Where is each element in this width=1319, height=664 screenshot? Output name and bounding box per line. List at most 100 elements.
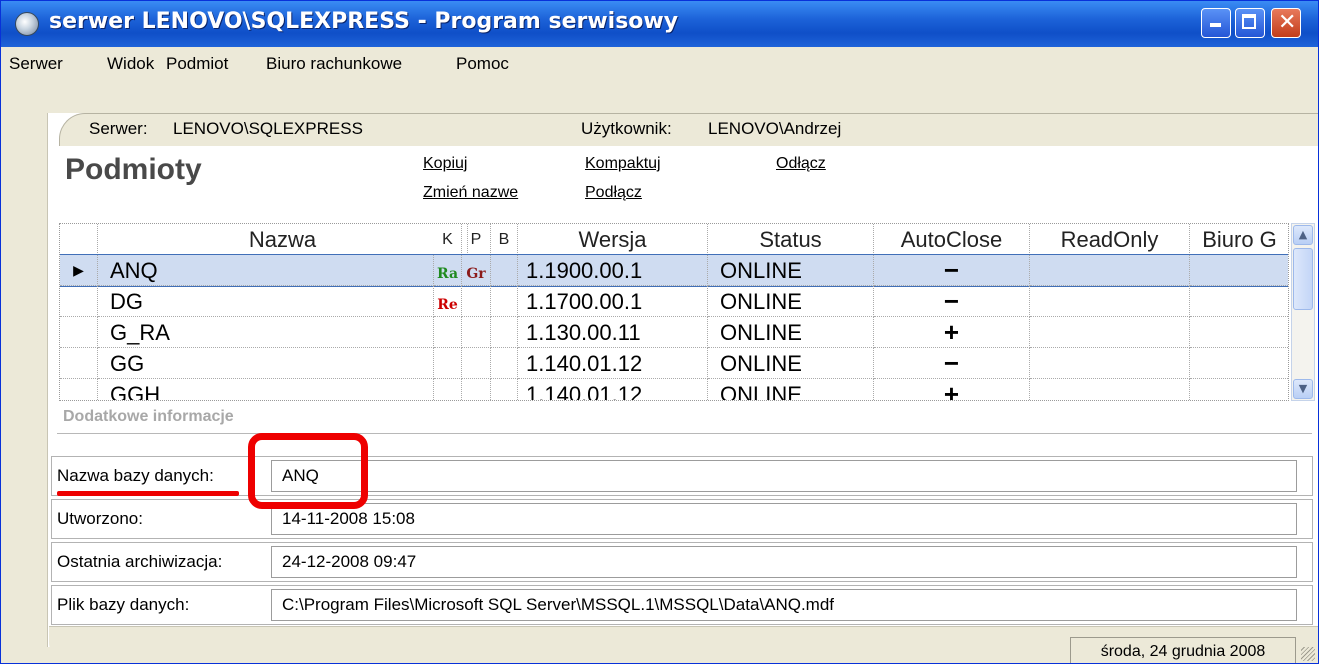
table-row[interactable]: GG 1.140.01.12 ONLINE − — [60, 348, 1288, 379]
cell-readonly — [1030, 317, 1190, 348]
cell-k: Ra — [434, 255, 462, 286]
column-header-version[interactable]: Wersja — [518, 224, 708, 255]
cell-name: GGH — [98, 379, 434, 400]
scroll-thumb[interactable] — [1293, 248, 1313, 310]
attach-link[interactable]: Podłącz — [585, 184, 642, 202]
rename-link[interactable]: Zmień nazwe — [423, 184, 518, 202]
column-header-name[interactable]: Nazwa — [98, 224, 468, 255]
copy-link[interactable]: Kopiuj — [423, 155, 467, 173]
menu-biuro-rachunkowe[interactable]: Biuro rachunkowe — [266, 54, 402, 74]
row-indicator[interactable] — [60, 379, 98, 400]
cell-biuro — [1190, 379, 1288, 400]
cell-k — [434, 348, 462, 379]
cell-version: 1.1700.00.1 — [518, 286, 708, 317]
file-label: Plik bazy danych: — [57, 595, 190, 614]
cell-k: Re — [434, 286, 462, 317]
row-indicator-header — [60, 224, 98, 255]
resize-grip-icon[interactable] — [1301, 647, 1315, 661]
maximize-button[interactable] — [1235, 8, 1265, 38]
backup-label: Ostatnia archiwizacja: — [57, 552, 223, 571]
detach-link[interactable]: Odłącz — [776, 155, 826, 173]
row-indicator[interactable] — [60, 286, 98, 317]
column-header-b[interactable]: B — [491, 224, 518, 255]
cell-version: 1.140.01.12 — [518, 348, 708, 379]
cell-p — [462, 379, 491, 400]
cell-p — [462, 348, 491, 379]
cell-version: 1.130.00.11 — [518, 317, 708, 348]
created-field[interactable]: 14-11-2008 15:08 — [271, 503, 1297, 535]
scroll-down-button[interactable]: ▼ — [1293, 379, 1313, 399]
cell-readonly — [1030, 255, 1190, 286]
cell-name: DG — [98, 286, 434, 317]
scroll-up-button[interactable]: ▲ — [1293, 225, 1313, 245]
entities-grid[interactable]: Nazwa K P B Wersja Status AutoClose Read… — [59, 223, 1289, 401]
cell-b — [491, 255, 518, 286]
column-header-status[interactable]: Status — [708, 224, 874, 255]
column-header-biuro[interactable]: Biuro G — [1190, 224, 1288, 255]
cell-b — [491, 379, 518, 400]
column-header-autoclose[interactable]: AutoClose — [874, 224, 1030, 255]
cell-b — [491, 317, 518, 348]
title-bar[interactable]: serwer LENOVO\SQLEXPRESS - Program serwi… — [1, 1, 1318, 47]
app-globe-icon[interactable] — [15, 12, 39, 36]
column-header-k[interactable]: K — [434, 224, 462, 255]
cell-k — [434, 379, 462, 400]
annotation-underline — [57, 491, 239, 496]
minimize-icon — [1210, 23, 1221, 27]
menu-podmiot[interactable]: Podmiot — [166, 54, 228, 74]
menu-bar: Serwer Widok Podmiot Biuro rachunkowe Po… — [1, 47, 1318, 81]
table-row[interactable]: GGH 1.140.01.12 ONLINE + — [60, 379, 1288, 400]
cell-b — [491, 348, 518, 379]
cell-biuro — [1190, 317, 1288, 348]
app-window: serwer LENOVO\SQLEXPRESS - Program serwi… — [0, 0, 1319, 664]
annotation-highlight-box — [248, 433, 368, 509]
column-header-p[interactable]: P — [462, 224, 491, 255]
cell-status: ONLINE — [708, 348, 874, 379]
column-header-readonly[interactable]: ReadOnly — [1030, 224, 1190, 255]
details-section-title: Dodatkowe informacje — [63, 408, 234, 425]
cell-name: G_RA — [98, 317, 434, 348]
grid-scrollbar[interactable]: ▲ ▼ — [1291, 223, 1315, 401]
details-divider — [57, 433, 1312, 434]
grid-header-row: Nazwa K P B Wersja Status AutoClose Read… — [60, 224, 1288, 255]
user-value: LENOVO\Andrzej — [708, 119, 842, 138]
server-label: Serwer: — [89, 119, 148, 138]
cell-p — [462, 286, 491, 317]
close-icon: ✕ — [1278, 10, 1297, 35]
flag-badge: Ra — [436, 266, 459, 282]
row-indicator[interactable] — [60, 317, 98, 348]
user-label: Użytkownik: — [581, 119, 672, 138]
cell-biuro — [1190, 255, 1288, 286]
row-indicator[interactable] — [60, 348, 98, 379]
cell-status: ONLINE — [708, 255, 874, 286]
cell-biuro — [1190, 286, 1288, 317]
flag-badge: Gr — [466, 266, 486, 282]
cell-readonly — [1030, 379, 1190, 400]
table-row[interactable]: DG Re 1.1700.00.1 ONLINE − — [60, 286, 1288, 317]
current-row-arrow-icon[interactable]: ▶ — [60, 255, 98, 286]
cell-autoclose: − — [874, 255, 1030, 286]
menu-serwer[interactable]: Serwer — [9, 54, 63, 74]
cell-readonly — [1030, 286, 1190, 317]
db-name-label: Nazwa bazy danych: — [57, 466, 214, 485]
backup-field[interactable]: 24-12-2008 09:47 — [271, 546, 1297, 578]
close-button[interactable]: ✕ — [1271, 8, 1301, 38]
cell-version: 1.1900.00.1 — [518, 255, 708, 286]
cell-p: Gr — [462, 255, 491, 286]
window-title: serwer LENOVO\SQLEXPRESS - Program serwi… — [49, 9, 679, 34]
created-label: Utworzono: — [57, 509, 143, 528]
cell-status: ONLINE — [708, 286, 874, 317]
menu-widok[interactable]: Widok — [107, 54, 154, 74]
cell-status: ONLINE — [708, 317, 874, 348]
flag-badge: Re — [437, 297, 458, 313]
cell-p — [462, 317, 491, 348]
cell-readonly — [1030, 348, 1190, 379]
cell-name: GG — [98, 348, 434, 379]
minimize-button[interactable] — [1201, 8, 1231, 38]
file-field[interactable]: C:\Program Files\Microsoft SQL Server\MS… — [271, 589, 1297, 621]
table-row[interactable]: ▶ ANQ Ra Gr 1.1900.00.1 ONLINE − — [60, 254, 1288, 287]
menu-pomoc[interactable]: Pomoc — [456, 54, 509, 74]
compact-link[interactable]: Kompaktuj — [585, 155, 661, 173]
table-row[interactable]: G_RA 1.130.00.11 ONLINE + — [60, 317, 1288, 348]
db-name-field[interactable]: ANQ — [271, 460, 1297, 492]
